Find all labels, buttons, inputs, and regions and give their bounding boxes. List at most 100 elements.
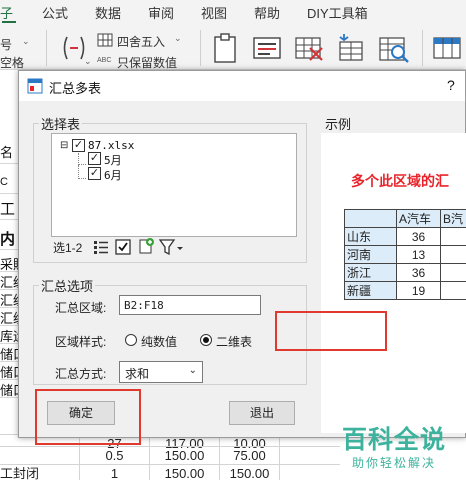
table-cell: 36 bbox=[396, 227, 441, 246]
ribbon-fragment-1: 号 bbox=[0, 38, 13, 52]
child-checkbox[interactable]: ✓ bbox=[88, 152, 101, 165]
style-label: 区域样式: bbox=[55, 335, 107, 349]
sheet-cell[interactable]: 储口 bbox=[0, 380, 18, 398]
round-button[interactable]: 四舍五入 bbox=[117, 33, 165, 50]
preview-label: 示例 bbox=[323, 114, 354, 133]
table-cell: 山东 bbox=[344, 227, 397, 246]
tree-root[interactable]: 87.xlsx bbox=[88, 139, 134, 152]
tree-connector bbox=[78, 165, 86, 179]
grid-cell[interactable]: 1 bbox=[80, 465, 150, 480]
grid-cell[interactable]: 75.00 bbox=[220, 447, 280, 465]
grid-cell[interactable]: 工封闭 bbox=[0, 465, 80, 480]
chevron-down-icon[interactable]: ⌄ bbox=[174, 33, 182, 44]
table-cell: 新疆 bbox=[344, 281, 397, 300]
select-tables-label: 选择表 bbox=[39, 114, 83, 133]
list-icon[interactable] bbox=[93, 239, 109, 258]
delete-cells-icon[interactable] bbox=[294, 34, 324, 65]
ribbon-separator bbox=[46, 30, 47, 66]
sheet-cell[interactable]: 工 bbox=[0, 198, 18, 220]
preview-panel: 多个此区域的汇 A汽车 B汽 山东 36 河南 13 浙江 36 新疆 19 bbox=[321, 133, 466, 433]
table-row: 浙江 36 bbox=[344, 263, 466, 282]
table-row: A汽车 B汽 bbox=[344, 209, 466, 228]
help-button[interactable]: ? bbox=[447, 77, 455, 93]
sheet-cell[interactable]: 汇级 bbox=[0, 308, 18, 326]
tree-child[interactable]: 5月 bbox=[104, 152, 122, 168]
table-tree[interactable]: ⊟ ✓ 87.xlsx ✓ 5月 ✓ 6月 bbox=[51, 133, 297, 237]
table-cell bbox=[440, 245, 466, 264]
preview-headline: 多个此区域的汇 bbox=[351, 173, 449, 189]
watermark: 百科全说 助你轻松解决 bbox=[330, 420, 466, 480]
table-cell: 13 bbox=[396, 245, 441, 264]
table-cell bbox=[440, 263, 466, 282]
add-file-icon[interactable] bbox=[137, 237, 155, 258]
collapse-icon[interactable]: ⊟ bbox=[60, 140, 68, 151]
sheet-cell[interactable]: 汇级 bbox=[0, 290, 18, 308]
range-label: 汇总区域: bbox=[55, 301, 107, 315]
method-value: 求和 bbox=[125, 367, 150, 381]
table-row: 河南 13 bbox=[344, 245, 466, 264]
grid-cell[interactable]: 0.5 bbox=[80, 447, 150, 465]
table-row: 新疆 19 bbox=[344, 281, 466, 300]
sheet-cell[interactable]: 储口 bbox=[0, 344, 18, 362]
menu-tab-formulas[interactable]: 公式 bbox=[42, 3, 68, 22]
watermark-tagline: 助你轻松解决 bbox=[352, 456, 437, 470]
grid-cell[interactable]: 150.00 bbox=[150, 447, 220, 465]
table-cell: A汽车 bbox=[396, 209, 441, 228]
sheet-cell[interactable]: 汇级 bbox=[0, 272, 18, 290]
child-checkbox[interactable]: ✓ bbox=[88, 167, 101, 180]
dialog-titlebar[interactable]: 汇总多表 ? bbox=[19, 71, 465, 101]
radio-two-dim-table[interactable] bbox=[200, 334, 212, 346]
grid-cell[interactable]: 150.00 bbox=[220, 465, 280, 480]
ribbon-separator bbox=[200, 30, 201, 66]
dialog-title: 汇总多表 bbox=[49, 81, 102, 96]
grid-cell[interactable]: 150.00 bbox=[150, 465, 220, 480]
method-select[interactable]: 求和 ⌄ bbox=[119, 361, 203, 383]
filter-icon[interactable] bbox=[158, 239, 183, 258]
app-icon bbox=[27, 78, 43, 97]
abc-icon: ABC bbox=[97, 57, 112, 64]
option-two-dim-table[interactable]: 二维表 bbox=[216, 333, 252, 350]
tree-child[interactable]: 6月 bbox=[104, 167, 122, 183]
radio-plain-values[interactable] bbox=[125, 334, 137, 346]
method-label: 汇总方式: bbox=[55, 367, 107, 381]
exit-button[interactable]: 退出 bbox=[229, 401, 295, 425]
option-plain-values[interactable]: 纯数值 bbox=[141, 333, 177, 350]
summary-dialog: 汇总多表 ? 选择表 ⊟ ✓ 87.xlsx ✓ 5月 ✓ 6月 选1-2 汇总… bbox=[18, 70, 466, 445]
highlight-ok-button bbox=[35, 389, 141, 445]
preview-table: A汽车 B汽 山东 36 河南 13 浙江 36 新疆 19 bbox=[344, 209, 466, 300]
menu-tab-diy-toolbox[interactable]: DIY工具箱 bbox=[307, 3, 368, 22]
sheet-cell[interactable]: 储口 bbox=[0, 362, 18, 380]
sheet-cell[interactable]: 库运 bbox=[0, 326, 18, 344]
check-all-icon[interactable] bbox=[115, 239, 131, 258]
options-label: 汇总选项 bbox=[39, 276, 96, 295]
merge-table-icon[interactable] bbox=[336, 32, 366, 65]
chevron-down-icon[interactable]: ⌄ bbox=[84, 56, 92, 67]
table-cell: 浙江 bbox=[344, 263, 397, 282]
sheet-cell[interactable]: 内 bbox=[0, 228, 18, 250]
sheet-cell[interactable]: C bbox=[0, 176, 18, 194]
menu-bar: 子 公式 数据 审阅 视图 帮助 DIY工具箱 bbox=[0, 0, 466, 24]
menu-tab-data[interactable]: 数据 bbox=[95, 3, 121, 22]
table-icon[interactable] bbox=[432, 34, 462, 65]
ribbon-fragment-2: 空格 bbox=[0, 56, 25, 70]
sheet-cell[interactable]: 采購 bbox=[0, 254, 18, 272]
menu-tab-0[interactable]: 子 bbox=[0, 3, 13, 22]
active-tab-indicator bbox=[2, 21, 16, 23]
menu-tab-view[interactable]: 视图 bbox=[201, 3, 227, 22]
sheet-left-column: 名 C 工 内 采購 汇级 汇级 汇级 库运 储口 储口 储口 bbox=[0, 70, 18, 480]
find-table-icon[interactable] bbox=[378, 32, 410, 67]
menu-tab-help[interactable]: 帮助 bbox=[254, 3, 280, 22]
range-input[interactable]: B2:F18 bbox=[119, 295, 261, 315]
table-row: 0.5 150.00 75.00 bbox=[0, 446, 340, 465]
chevron-down-icon[interactable]: ⌄ bbox=[22, 36, 30, 47]
sheet-cell[interactable]: 名 bbox=[0, 142, 18, 164]
watermark-logo: 百科全说 bbox=[342, 426, 447, 454]
root-checkbox[interactable]: ✓ bbox=[72, 139, 85, 152]
keep-value-button[interactable]: 只保留数值 bbox=[117, 54, 177, 71]
grid-cell[interactable] bbox=[0, 447, 80, 465]
menu-tab-review[interactable]: 审阅 bbox=[148, 3, 174, 22]
table-cell bbox=[440, 227, 466, 246]
grid-icon bbox=[97, 33, 113, 50]
clipboard-icon[interactable] bbox=[212, 32, 240, 67]
text-block-icon[interactable] bbox=[252, 34, 282, 65]
